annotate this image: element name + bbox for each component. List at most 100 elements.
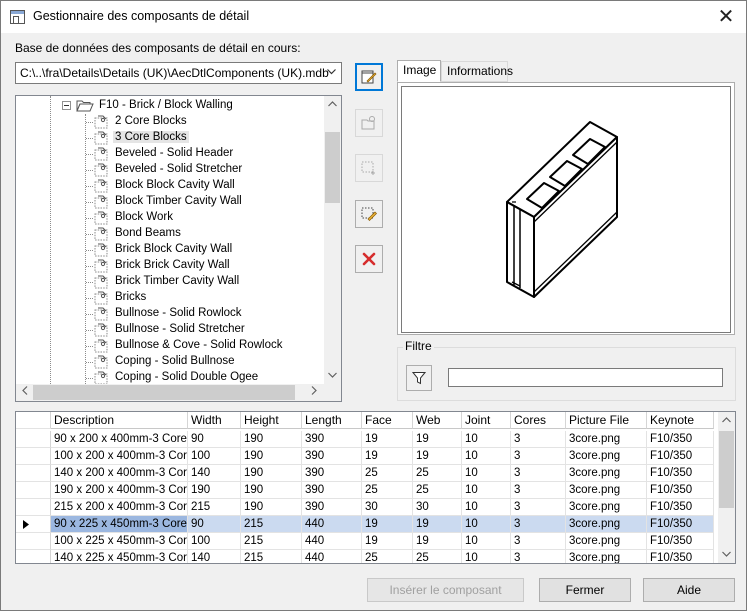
tree-guide (86, 122, 93, 123)
filter-button[interactable] (406, 365, 432, 391)
table-cell: 19 (413, 533, 462, 550)
edit-component-button[interactable] (355, 200, 383, 228)
row-header[interactable] (16, 533, 51, 550)
table-cell: 25 (362, 482, 413, 499)
folder-gear-icon (361, 116, 375, 130)
delete-icon (362, 252, 376, 266)
table-cell: 25 (413, 465, 462, 482)
table-row[interactable]: 140 x 200 x 400mm-3 Cor 140 190 390 25 25 10 3 3… (16, 465, 718, 482)
chevron-down-icon[interactable] (324, 367, 341, 384)
column-header[interactable]: Face (362, 412, 413, 429)
tree-hscroll-thumb[interactable] (33, 385, 295, 400)
chevron-up-icon[interactable] (718, 412, 735, 429)
component-icon (94, 355, 108, 369)
table-cell: 215 (188, 499, 241, 516)
table-row[interactable]: 190 x 200 x 400mm-3 Cor 190 190 390 25 25 10 3 3… (16, 482, 718, 499)
table-cell: 30 (413, 499, 462, 516)
tree-vertical-scrollbar[interactable] (324, 96, 341, 384)
column-header[interactable]: Joint (462, 412, 511, 429)
three-core-block-image (506, 121, 618, 298)
table-cell: 100 x 225 x 450mm-3 Cor (51, 533, 188, 550)
tree-guide (86, 250, 93, 251)
table-cell: 3core.png (566, 516, 647, 533)
table-cell: 190 (241, 465, 302, 482)
help-button[interactable]: Aide (643, 578, 735, 602)
tree-item-label: Bricks (115, 291, 147, 303)
table-cell: 19 (413, 516, 462, 533)
table-cell: 3 (511, 550, 566, 563)
row-header[interactable] (16, 516, 51, 533)
table-cell: 3 (511, 448, 566, 465)
add-component-button[interactable] (355, 154, 383, 182)
column-header[interactable]: Web (413, 412, 462, 429)
table-cell: 390 (302, 465, 362, 482)
tree-guide (86, 218, 93, 219)
table-cell: 3 (511, 482, 566, 499)
component-tree[interactable]: F10 - Brick / Block Walling 2 Core Block… (15, 95, 342, 402)
database-label: Base de données des composants de détail… (15, 41, 301, 55)
table-cell: F10/350 (647, 465, 714, 482)
component-icon (94, 115, 108, 129)
edit-database-button[interactable] (355, 63, 383, 91)
tab-image[interactable]: Image (397, 60, 441, 82)
table-cell: F10/350 (647, 499, 714, 516)
row-header[interactable] (16, 431, 51, 448)
row-header[interactable] (16, 550, 51, 563)
database-select[interactable]: C:\..\fra\Details\Details (UK)\AecDtlCom… (15, 62, 342, 84)
table-cell: 3 (511, 533, 566, 550)
table-cell: 30 (362, 499, 413, 516)
table-scroll-thumb[interactable] (719, 431, 734, 508)
table-cell: 390 (302, 482, 362, 499)
row-header[interactable] (16, 499, 51, 516)
tree-guide (86, 266, 93, 267)
row-header[interactable] (16, 465, 51, 482)
table-row[interactable]: 100 x 200 x 400mm-3 Cor 100 190 390 19 19 10 3 3… (16, 448, 718, 465)
current-row-icon (23, 520, 29, 529)
chevron-down-icon[interactable] (718, 546, 735, 563)
tree-guide (86, 202, 93, 203)
row-header[interactable] (16, 482, 51, 499)
collapse-icon[interactable] (62, 101, 71, 110)
table-cell: 190 (241, 431, 302, 448)
table-cell: 10 (462, 550, 511, 563)
component-table[interactable]: Description Width Height Length Face Web Joint… (15, 411, 736, 564)
column-header[interactable]: Height (241, 412, 302, 429)
tab-informations[interactable]: Informations (441, 61, 513, 82)
column-header[interactable]: Cores (511, 412, 566, 429)
component-icon (94, 259, 108, 273)
open-component-button[interactable] (355, 109, 383, 137)
component-icon (94, 291, 108, 305)
tree-guide (86, 234, 93, 235)
close-window-button[interactable]: ✕ (712, 3, 740, 31)
table-cell: 100 x 200 x 400mm-3 Cor (51, 448, 188, 465)
column-header[interactable]: Description (51, 412, 188, 429)
delete-component-button[interactable] (355, 245, 383, 273)
table-row[interactable]: 100 x 225 x 450mm-3 Cor 100 215 440 19 19 10 3 3… (16, 533, 718, 550)
tree-horizontal-scrollbar[interactable] (16, 384, 324, 401)
column-header[interactable]: Width (188, 412, 241, 429)
table-row[interactable]: 90 x 200 x 400mm-3 Core 90 190 390 19 19 10 3 3c… (16, 431, 718, 448)
table-cell: 215 (241, 533, 302, 550)
chevron-down-icon[interactable] (323, 64, 339, 82)
column-header[interactable]: Picture File (566, 412, 647, 429)
chevron-right-icon[interactable] (305, 384, 322, 401)
edit-selection-icon (361, 207, 377, 221)
table-row[interactable]: 215 x 200 x 400mm-3 Cor 215 190 390 30 30 10 3 3… (16, 499, 718, 516)
tree-guide (86, 330, 93, 331)
chevron-left-icon[interactable] (16, 384, 33, 401)
table-row[interactable]: 90 x 225 x 450mm-3 Core 90 215 440 19 19 10 3 3c… (16, 516, 718, 533)
table-vertical-scrollbar[interactable] (718, 412, 735, 563)
row-header[interactable] (16, 448, 51, 465)
column-header[interactable]: Keynote (647, 412, 714, 429)
chevron-up-icon[interactable] (324, 96, 341, 113)
tree-scroll-thumb[interactable] (325, 132, 340, 203)
table-cell: 3core.png (566, 482, 647, 499)
filter-input[interactable] (448, 368, 723, 387)
column-header[interactable]: Length (302, 412, 362, 429)
table-cell: 390 (302, 499, 362, 516)
table-cell: 19 (413, 448, 462, 465)
table-row[interactable]: 140 x 225 x 450mm-3 Cor 140 215 440 25 25 10 3 3… (16, 550, 718, 563)
insert-component-button[interactable]: Insérer le composant (367, 578, 524, 602)
close-button[interactable]: Fermer (539, 578, 631, 602)
table-header-row: Description Width Height Length Face Web Joint… (16, 412, 718, 429)
